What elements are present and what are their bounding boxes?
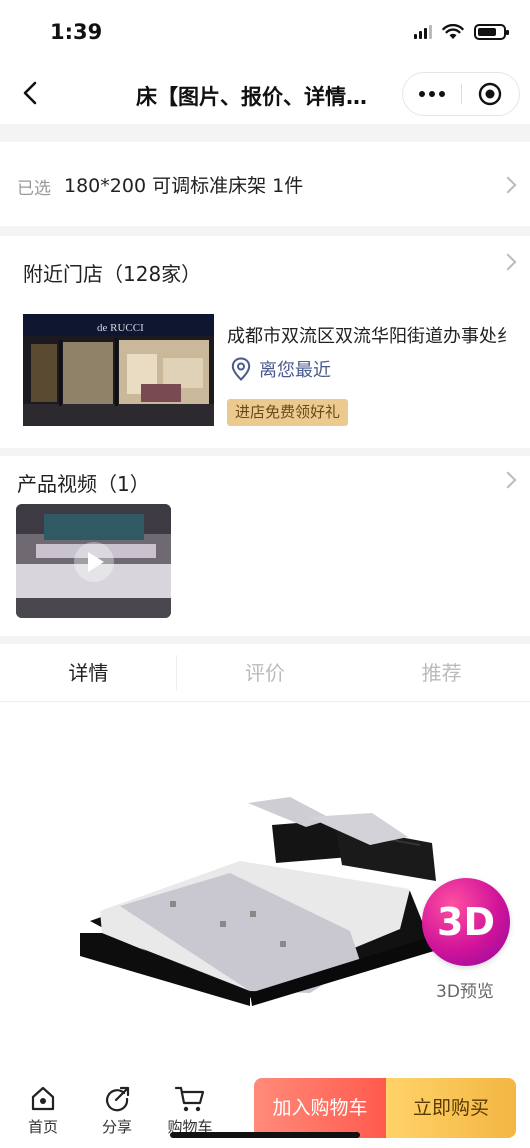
selected-spec-row[interactable]: 已选 180*200 可调标准床架 1件 bbox=[0, 142, 530, 226]
tab-reviews[interactable]: 评价 bbox=[177, 644, 354, 701]
chevron-left-icon bbox=[23, 81, 37, 105]
dot-icon bbox=[428, 91, 435, 97]
videos-title: 产品视频（1） bbox=[17, 472, 150, 496]
tab-recommendations[interactable]: 推荐 bbox=[353, 644, 530, 701]
section-divider bbox=[0, 448, 530, 456]
chevron-right-icon bbox=[499, 176, 517, 194]
cart-nav-button[interactable]: 购物车 bbox=[160, 1084, 220, 1137]
detail-tabs: 详情 评价 推荐 bbox=[0, 644, 530, 702]
chevron-right-icon[interactable] bbox=[499, 471, 517, 489]
battery-icon bbox=[474, 24, 509, 40]
mini-program-capsule bbox=[402, 72, 520, 116]
wifi-icon bbox=[442, 24, 464, 39]
svg-text:de RUCCI: de RUCCI bbox=[97, 322, 144, 334]
section-divider bbox=[0, 226, 530, 236]
more-button[interactable] bbox=[403, 72, 461, 116]
target-icon bbox=[479, 82, 502, 106]
product-detail-area: 3D 3D预览 bbox=[0, 703, 530, 1078]
store-photo[interactable]: de RUCCI bbox=[23, 314, 214, 426]
store-gift-tag[interactable]: 进店免费领好礼 bbox=[227, 399, 349, 426]
back-button[interactable] bbox=[14, 76, 48, 110]
page-title: 床【图片、报价、详情… bbox=[136, 85, 367, 109]
section-divider bbox=[0, 124, 530, 142]
status-icons bbox=[414, 24, 509, 40]
tab-details[interactable]: 详情 bbox=[0, 644, 177, 701]
share-icon bbox=[105, 1086, 130, 1112]
video-thumbnail[interactable] bbox=[16, 504, 171, 618]
store-nearest-label: 离您最近 bbox=[259, 360, 331, 381]
home-nav-button[interactable]: 首页 bbox=[13, 1084, 73, 1137]
nearby-stores-section: 附近门店（128家） de RUCCI 成都市双流区双流华阳街道办事处纟 离您最… bbox=[0, 236, 530, 448]
stores-title: 附近门店（128家） bbox=[23, 262, 202, 286]
location-pin-icon bbox=[231, 357, 251, 381]
dot-icon bbox=[418, 91, 425, 97]
selected-value: 180*200 可调标准床架 1件 bbox=[64, 175, 304, 197]
store-address: 成都市双流区双流华阳街道办事处纟 bbox=[227, 326, 515, 347]
tab-divider bbox=[176, 655, 177, 691]
status-bar: 1:39 bbox=[0, 0, 530, 62]
buy-now-button[interactable]: 立即购买 bbox=[386, 1078, 516, 1138]
nav-bar: 床【图片、报价、详情… bbox=[0, 62, 530, 124]
3d-preview-button[interactable]: 3D bbox=[422, 878, 510, 966]
3d-preview-label: 3D预览 bbox=[436, 982, 494, 1002]
share-label: 分享 bbox=[101, 1118, 132, 1136]
section-divider bbox=[0, 636, 530, 644]
status-time: 1:39 bbox=[50, 20, 103, 44]
dot-icon bbox=[438, 91, 445, 97]
home-label: 首页 bbox=[27, 1118, 58, 1136]
home-indicator bbox=[170, 1132, 360, 1138]
share-button[interactable]: 分享 bbox=[87, 1084, 147, 1137]
selected-label: 已选 bbox=[17, 179, 51, 199]
shopping-cart-icon bbox=[174, 1086, 205, 1112]
signal-icon bbox=[414, 25, 432, 39]
add-to-cart-button[interactable]: 加入购物车 bbox=[254, 1078, 386, 1138]
product-videos-section: 产品视频（1） bbox=[0, 456, 530, 636]
chevron-right-icon[interactable] bbox=[499, 253, 517, 271]
home-icon bbox=[31, 1086, 55, 1111]
close-mini-program-button[interactable] bbox=[461, 72, 519, 116]
store-distance[interactable]: 离您最近 bbox=[231, 356, 331, 382]
product-image[interactable] bbox=[80, 761, 450, 1006]
